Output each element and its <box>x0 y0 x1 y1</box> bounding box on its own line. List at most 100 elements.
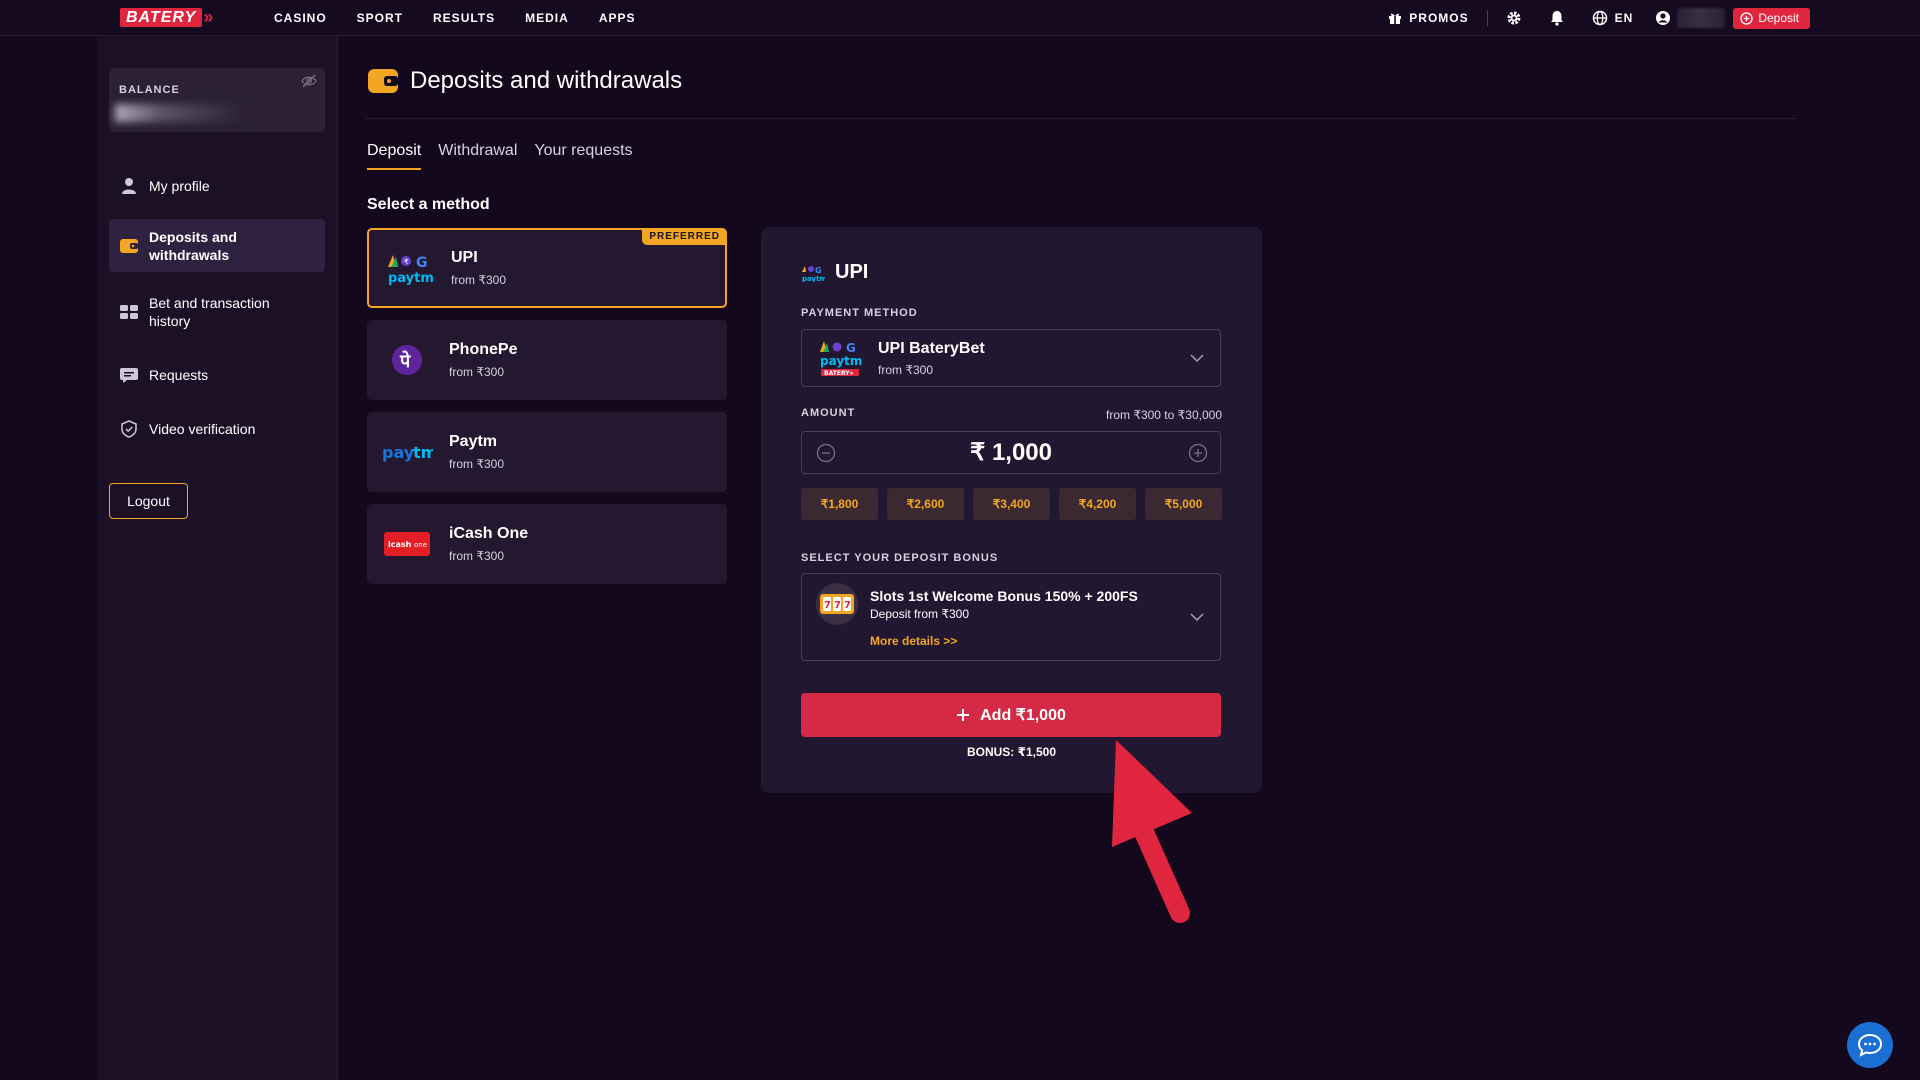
sidebar-item-label: Video verification <box>149 421 256 437</box>
preferred-badge: PREFERRED <box>642 228 727 245</box>
deposit-tabs: Deposit Withdrawal Your requests <box>367 142 633 170</box>
method-name: UPI <box>451 249 478 266</box>
sidebar-item-video-verification[interactable]: Video verification <box>109 412 325 446</box>
language-selector[interactable]: EN <box>1592 10 1634 26</box>
method-upi[interactable]: ₹ Gpaytm UPI from ₹300 PREFERRED <box>367 228 727 308</box>
svg-text:7: 7 <box>824 600 831 611</box>
quick-amount-5000[interactable]: ₹5,000 <box>1145 488 1222 520</box>
quick-amount-2600[interactable]: ₹2,600 <box>887 488 964 520</box>
user-icon <box>119 177 139 195</box>
plus-circle-icon <box>1740 11 1753 25</box>
svg-text:7: 7 <box>834 600 841 611</box>
deposit-bonus-label: SELECT YOUR DEPOSIT BONUS <box>801 552 999 564</box>
header-divider <box>1486 10 1488 26</box>
quick-amount-4200[interactable]: ₹4,200 <box>1059 488 1136 520</box>
amount-field[interactable]: ₹ 1,000 <box>801 431 1221 474</box>
settings-button[interactable] <box>1506 10 1522 26</box>
upi-logo-icon: Gpaytm <box>802 265 825 282</box>
svg-text:₹: ₹ <box>404 258 409 266</box>
tab-your-requests[interactable]: Your requests <box>534 142 632 170</box>
username-hidden <box>1677 8 1726 28</box>
logo-text: BATERY <box>120 8 203 27</box>
svg-text:paytm: paytm <box>802 275 825 282</box>
tab-withdrawal[interactable]: Withdrawal <box>438 142 517 170</box>
wallet-icon <box>119 238 139 254</box>
header-actions: PROMOS EN Deposit <box>1388 0 1810 36</box>
sidebar-item-history[interactable]: Bet and transaction history <box>109 286 325 338</box>
chevron-down-icon <box>1190 354 1204 362</box>
deposit-form-panel: Gpaytm UPI PAYMENT METHOD Gpaytm BATERY» … <box>761 227 1262 793</box>
sidebar-item-deposits[interactable]: Deposits and withdrawals <box>109 219 325 272</box>
upi-logo-icon: ₹ Gpaytm <box>379 251 439 285</box>
nav-media[interactable]: MEDIA <box>525 11 569 25</box>
tab-deposit[interactable]: Deposit <box>367 142 422 170</box>
method-phonepe[interactable]: पे PhonePe from ₹300 <box>367 320 727 400</box>
payment-method-text: UPI BateryBet from ₹300 <box>878 340 985 377</box>
deposit-bonus-dropdown[interactable]: 777 Slots 1st Welcome Bonus 150% + 200FS… <box>801 573 1221 661</box>
chat-icon <box>119 367 139 384</box>
method-paytm[interactable]: pay tm Paytm from ₹300 <box>367 412 727 492</box>
page-header: Deposits and withdrawals <box>368 66 682 96</box>
quick-amounts: ₹1,800 ₹2,600 ₹3,400 ₹4,200 ₹5,000 <box>801 488 1222 520</box>
batery-logo[interactable]: BATERY » <box>120 8 213 27</box>
method-min: from ₹300 <box>449 365 504 379</box>
method-text: UPI from ₹300 <box>451 249 506 287</box>
method-text: PhonePe from ₹300 <box>449 341 517 379</box>
chevron-down-icon <box>1190 613 1204 621</box>
balance-card: BALANCE <box>109 68 325 132</box>
svg-text:7: 7 <box>844 600 851 611</box>
plus-icon <box>957 709 970 721</box>
nav-apps[interactable]: APPS <box>599 11 636 25</box>
method-name: PhonePe <box>449 341 518 358</box>
payment-method-label: PAYMENT METHOD <box>801 307 918 319</box>
select-method-heading: Select a method <box>367 196 490 213</box>
balance-label: BALANCE <box>119 84 180 96</box>
nav-sport[interactable]: SPORT <box>357 11 403 25</box>
svg-text:पे: पे <box>399 350 411 372</box>
method-text: iCash One from ₹300 <box>449 525 528 563</box>
sidebar-item-my-profile[interactable]: My profile <box>109 166 325 206</box>
promos-link[interactable]: PROMOS <box>1388 11 1468 25</box>
method-name: Paytm <box>449 433 498 450</box>
plus-circle-icon[interactable] <box>1188 443 1208 463</box>
gift-icon <box>1389 13 1402 24</box>
slot-machine-icon: 777 <box>816 583 858 625</box>
notifications-button[interactable] <box>1550 10 1564 26</box>
quick-amount-3400[interactable]: ₹3,400 <box>973 488 1050 520</box>
account-icon[interactable] <box>1655 10 1671 26</box>
panel-title: UPI <box>835 261 869 283</box>
bonus-title: Slots 1st Welcome Bonus 150% + 200FS <box>870 588 1138 604</box>
method-min: from ₹300 <box>449 549 504 563</box>
nav-results[interactable]: RESULTS <box>433 11 495 25</box>
phonepe-logo-icon: पे <box>377 344 437 376</box>
add-funds-button[interactable]: Add ₹1,000 <box>801 693 1221 737</box>
quick-amount-1800[interactable]: ₹1,800 <box>801 488 878 520</box>
wallet-icon <box>368 69 398 93</box>
sidebar-item-requests[interactable]: Requests <box>109 358 325 392</box>
payment-method-min: from ₹300 <box>878 362 933 377</box>
payment-method-dropdown[interactable]: Gpaytm BATERY» UPI BateryBet from ₹300 <box>801 329 1221 387</box>
gear-icon <box>1507 11 1521 25</box>
amount-label: AMOUNT <box>801 407 856 419</box>
svg-text:G: G <box>815 266 822 275</box>
svg-text:one: one <box>414 541 427 549</box>
logout-button[interactable]: Logout <box>109 483 188 519</box>
language-code: EN <box>1614 11 1634 25</box>
main-nav: CASINO SPORT RESULTS MEDIA APPS <box>274 0 666 36</box>
header-deposit-button[interactable]: Deposit <box>1733 7 1810 29</box>
svg-text:pay: pay <box>382 443 415 462</box>
sidebar-item-label: Requests <box>149 367 209 383</box>
globe-icon <box>1592 10 1607 26</box>
eye-off-icon[interactable] <box>301 74 317 88</box>
payment-method-name: UPI BateryBet <box>878 339 985 357</box>
bonus-more-details-link[interactable]: More details >> <box>870 634 957 648</box>
svg-text:paytm: paytm <box>820 354 862 368</box>
page-title: Deposits and withdrawals <box>410 67 683 94</box>
nav-casino[interactable]: CASINO <box>274 11 327 25</box>
method-icash-one[interactable]: icash one iCash One from ₹300 <box>367 504 727 584</box>
logo-chevron-icon: » <box>203 7 214 27</box>
svg-text:icash: icash <box>388 540 412 549</box>
amount-value: ₹ 1,000 <box>970 439 1052 466</box>
chat-support-button[interactable] <box>1847 1022 1893 1068</box>
panel-header: Gpaytm UPI <box>801 261 868 284</box>
